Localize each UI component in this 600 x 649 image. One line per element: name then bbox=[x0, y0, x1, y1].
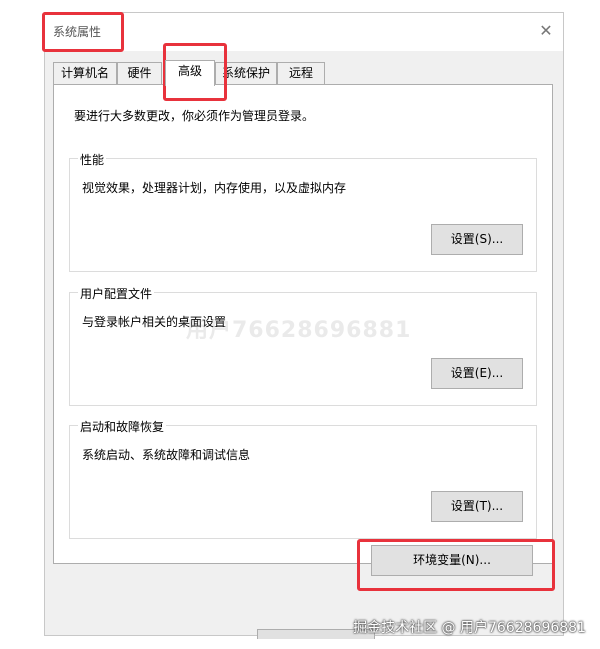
user-profiles-group: 用户配置文件 与登录帐户相关的桌面设置 设置(E)... bbox=[69, 285, 537, 406]
footer-watermark: 掘金技术社区 @ 用户76628696881 bbox=[353, 620, 586, 636]
title-bar[interactable]: 系统属性 ✕ bbox=[45, 13, 563, 51]
user-profiles-settings-button[interactable]: 设置(E)... bbox=[431, 358, 523, 389]
performance-description: 视觉效果，处理器计划，内存使用，以及虚拟内存 bbox=[82, 181, 347, 195]
performance-group: 性能 视觉效果，处理器计划，内存使用，以及虚拟内存 设置(S)... bbox=[69, 151, 537, 272]
tab-system-protection[interactable]: 系统保护 bbox=[215, 62, 277, 84]
performance-settings-button[interactable]: 设置(S)... bbox=[431, 224, 523, 255]
tab-advanced[interactable]: 高级 bbox=[165, 60, 215, 86]
performance-group-title: 性能 bbox=[78, 151, 107, 168]
environment-variables-button[interactable]: 环境变量(N)... bbox=[371, 545, 533, 576]
close-icon[interactable]: ✕ bbox=[535, 19, 557, 41]
tab-strip: 计算机名 硬件 高级 系统保护 远程 bbox=[53, 60, 473, 86]
screenshot-page: 系统属性 ✕ 计算机名 硬件 高级 系统保护 远程 要进行大多数更改，你必须作为… bbox=[0, 0, 600, 649]
tab-computer-name[interactable]: 计算机名 bbox=[53, 62, 117, 84]
user-profiles-group-title: 用户配置文件 bbox=[78, 285, 155, 302]
tab-remote[interactable]: 远程 bbox=[277, 62, 325, 84]
dialog-title: 系统属性 bbox=[53, 25, 102, 39]
admin-notice: 要进行大多数更改，你必须作为管理员登录。 bbox=[74, 109, 315, 123]
startup-recovery-settings-button[interactable]: 设置(T)... bbox=[431, 491, 523, 522]
user-profiles-description: 与登录帐户相关的桌面设置 bbox=[82, 315, 227, 329]
advanced-tab-panel: 要进行大多数更改，你必须作为管理员登录。 性能 视觉效果，处理器计划，内存使用，… bbox=[53, 84, 553, 564]
tab-hardware[interactable]: 硬件 bbox=[117, 62, 162, 84]
startup-recovery-group: 启动和故障恢复 系统启动、系统故障和调试信息 设置(T)... bbox=[69, 418, 537, 539]
startup-recovery-group-title: 启动和故障恢复 bbox=[78, 418, 167, 435]
startup-recovery-description: 系统启动、系统故障和调试信息 bbox=[82, 448, 251, 462]
system-properties-dialog: 系统属性 ✕ 计算机名 硬件 高级 系统保护 远程 要进行大多数更改，你必须作为… bbox=[44, 12, 564, 639]
